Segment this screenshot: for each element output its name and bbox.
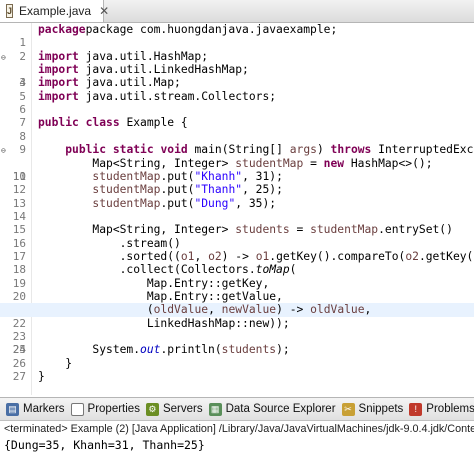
code-line-14: 14 studentMap.put("Dung", 35); <box>0 197 474 223</box>
code-line-6: 6 import java.util.stream.Collectors; <box>0 90 474 116</box>
markers-icon: ▤ <box>6 402 19 416</box>
tab-properties[interactable]: Properties <box>70 402 140 416</box>
tab-markers[interactable]: ▤ Markers <box>6 402 65 416</box>
code-line-16: 16 Map<String, Integer> students = stude… <box>0 223 474 249</box>
code-editor[interactable]: 1 packagepackage com.huongdanjava.javaex… <box>0 23 474 395</box>
tab-snippets[interactable]: ✂ Snippets <box>341 402 404 416</box>
snippets-icon: ✂ <box>341 402 355 416</box>
tab-label: Problems <box>426 403 474 415</box>
code-line-19: 19 .collect(Collectors.toMap( <box>0 263 474 289</box>
tab-label: Data Source Explorer <box>225 403 336 415</box>
editor-tab-bar: J Example.java ✕ <box>0 0 474 23</box>
panel-tab-bar: ▤ Markers Properties ⚙ Servers ▦ Data So… <box>0 397 474 421</box>
code-line-8: 8 public class Example { <box>0 116 474 142</box>
code-line-20: 20 Map.Entry::getKey, <box>0 277 474 303</box>
code-line-1: 1 packagepackage com.huongdanjava.javaex… <box>0 23 474 49</box>
tab-label: Snippets <box>358 403 404 415</box>
code-line-21: 21 Map.Entry::getValue, <box>0 290 474 316</box>
data-source-icon: ▦ <box>208 402 222 416</box>
editor-tab-title: Example.java <box>19 4 92 18</box>
properties-icon <box>70 402 84 416</box>
code-line-17: 17 .stream() <box>0 237 474 263</box>
code-line-9: 9 <box>0 130 474 156</box>
close-icon[interactable]: ✕ <box>99 4 109 18</box>
code-line-22-current: 22 (oldValue, newValue) -> oldValue, <box>0 303 474 330</box>
code-line-23: 23 LinkedHashMap::new)); <box>0 317 474 343</box>
servers-icon: ⚙ <box>145 402 159 416</box>
tab-data-source-explorer[interactable]: ▦ Data Source Explorer <box>208 402 336 416</box>
line-number: 27 <box>12 370 26 384</box>
line-number: 25 <box>12 343 26 357</box>
console-header: <terminated> Example (2) [Java Applicati… <box>4 423 474 435</box>
tab-label: Markers <box>23 403 65 415</box>
code-line-25: 25 System.out.println(students); <box>0 343 474 356</box>
code-line-3: ⊖ 3 import java.util.HashMap; <box>1 49 209 90</box>
code-line-12: 12 studentMap.put("Khanh", 31); <box>0 170 474 196</box>
tab-problems[interactable]: ! Problems <box>409 402 474 416</box>
code-line-7: 7 <box>0 103 474 129</box>
fold-icon[interactable]: ⊖ <box>1 147 9 155</box>
java-file-icon: J <box>6 4 14 18</box>
code-line-26: 26 } <box>0 357 474 370</box>
fold-icon[interactable]: ⊖ <box>1 53 9 62</box>
problems-icon: ! <box>409 402 423 416</box>
code-line-13: 13 studentMap.put("Thanh", 25); <box>0 183 474 209</box>
code-line-18: 18 .sorted((o1, o2) -> o1.getKey().compa… <box>0 250 474 276</box>
code-line-4: 4 import java.util.LinkedHashMap; <box>0 63 474 89</box>
code-line-24: 24 <box>0 330 474 356</box>
code-line-27: 27} <box>0 370 474 383</box>
tab-label: Servers <box>162 403 203 415</box>
tab-servers[interactable]: ⚙ Servers <box>145 402 203 416</box>
code-line-5: 5 import java.util.Map; <box>0 76 474 102</box>
editor-tab-example-java[interactable]: J Example.java ✕ <box>0 0 109 22</box>
console-output[interactable]: {Dung=35, Khanh=31, Thanh=25} <box>0 437 474 454</box>
tab-label: Properties <box>87 403 140 415</box>
package-text: package com.huongdanjava.javaexample; <box>85 23 338 36</box>
code-line-2: 2 <box>0 36 474 63</box>
code-line-11: 11 Map<String, Integer> studentMap = new… <box>0 157 474 183</box>
line-number: 26 <box>12 356 26 370</box>
code-line-15: 15 <box>0 210 474 236</box>
code-line-10: ⊖ 10 public static void main(String[] ar… <box>1 143 474 183</box>
